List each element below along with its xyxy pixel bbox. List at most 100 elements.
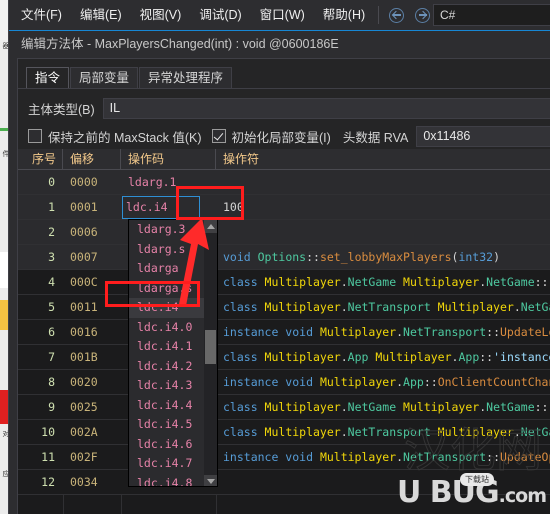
forward-arrow-icon[interactable] [411,4,433,26]
table-row[interactable]: 0 0000 ldarg.1 [18,170,550,195]
cell-operand[interactable]: class Multiplayer.NetTransport Multiplay… [216,300,550,314]
cell-operand[interactable]: instance void Multiplayer.App::OnClientC… [216,375,550,389]
cell-index: 11 [41,450,55,464]
language-selector[interactable]: C# [433,4,550,26]
menu-bar: 文件(F) 编辑(E) 视图(V) 调试(D) 窗口(W) 帮助(H) C# [9,0,550,31]
tab-instructions[interactable]: 指令 [26,67,70,89]
operand-token: App [458,350,480,364]
operand-token: . [340,350,348,364]
cell-operand[interactable]: class Multiplayer.NetGame Multiplayer.Ne… [216,400,550,414]
operand-token: Multiplayer [319,450,397,464]
operand-token: . [340,400,348,414]
body-type-combo[interactable]: IL [102,97,550,119]
keep-maxstack-checkbox[interactable] [28,129,42,143]
table-row[interactable]: 3 0007 void Options::set_lobbyMaxPlayers(i… [18,245,550,270]
back-arrow-icon[interactable] [385,4,407,26]
operand-token: Multiplayer [403,275,480,289]
operand-token: App [403,375,424,389]
operand-token: Multiplayer [264,350,341,364]
table-row[interactable]: 5 0011 class Multiplayer.NetTransport Mult… [18,295,550,320]
table-row[interactable]: 2 0006 [18,220,550,245]
header-offset[interactable]: 偏移 [63,149,121,169]
header-opcode[interactable]: 操作码 [121,149,216,169]
table-row[interactable]: 4 000C class Multiplayer.NetGame Multiplay… [18,270,550,295]
operand-token: :: [486,325,500,339]
operand-token: class [223,425,265,439]
table-row[interactable]: 7 001B class Multiplayer.App Multiplayer.A… [18,345,550,370]
tab-exception-handlers[interactable]: 异常处理程序 [139,67,233,89]
operand-token: instance void [223,375,320,389]
menu-file[interactable]: 文件(F) [9,0,71,30]
table-row[interactable]: 8 0020 instance void Multiplayer.App::OnCl… [18,370,550,395]
operand-token: NetTransport [347,300,438,314]
cell-index: 9 [48,400,55,414]
cell-index: 6 [48,325,55,339]
operand-token: set_lobbyMaxPlayers [319,250,452,264]
cell-index: 7 [48,350,55,364]
rva-input[interactable]: 0x11486 [416,125,550,147]
operand-token: Multiplayer [319,325,397,339]
operand-token: . [340,300,348,314]
menu-edit[interactable]: 编辑(E) [71,0,131,30]
operand-token: class [223,275,265,289]
menu-help[interactable]: 帮助(H) [314,0,374,30]
operand-token: NetGame [347,275,404,289]
init-locals-label: 初始化局部变量(I) [231,130,331,145]
opcode-editor-input[interactable]: ldc.i4 [122,196,200,219]
body-type-label: 主体类型(B) [28,102,95,117]
dropdown-scroll-thumb[interactable] [205,330,216,364]
cell-operand[interactable]: class Multiplayer.App Multiplayer.App::'… [216,350,550,364]
operand-token: Multiplayer [264,300,341,314]
operand-token: App [347,350,376,364]
table-row[interactable]: 6 0016 instance void Multiplayer.NetTransp… [18,320,550,345]
method-title: 编辑方法体 - MaxPlayersChanged(int) : void @0… [9,31,550,58]
cell-operand[interactable]: 100 [216,200,550,214]
keep-maxstack-label: 保持之前的 MaxStack 值(K) [48,130,202,145]
operand-token: Multiplayer [403,400,480,414]
header-index[interactable]: 序号 [18,149,63,169]
operand-token: NetGame [520,300,550,314]
cell-offset: 0016 [70,325,98,339]
operand-token: NetGame [347,400,404,414]
cell-opcode[interactable]: ldarg.1 [121,175,216,189]
cell-index: 4 [48,275,55,289]
cell-offset: 0020 [70,375,98,389]
operand-token: ) [493,250,501,264]
cell-index: 10 [41,425,55,439]
operand-token: 'instance' [493,350,550,364]
menu-view[interactable]: 视图(V) [131,0,191,30]
cell-index: 1 [48,200,55,214]
cell-index: 2 [48,225,55,239]
operand-token: :: [534,400,549,414]
cell-offset: 0006 [70,225,98,239]
opcode-dropdown-list[interactable]: ldarg.3 ldarg.s ldarga ldarga.s ldc.i4 ldc.i4… [128,219,218,487]
operand-token: :: [479,350,494,364]
table-row[interactable]: 1 0001 ldc.i4 100 [18,195,550,220]
options-row: 保持之前的 MaxStack 值(K) 初始化局部变量(I) 头数据 RVA 0… [18,123,550,149]
cell-index: 8 [48,375,55,389]
cell-offset: 000C [70,275,98,289]
application-window: 器 件 对 应 文件(F) 编辑(E) 视图(V) 调试(D) 窗口(W) 帮助… [0,0,550,514]
operand-token: Multiplayer [319,375,397,389]
header-operand[interactable]: 操作符 [216,149,550,169]
cell-offset: 0025 [70,400,98,414]
dropdown-scrollbar[interactable] [204,220,217,486]
cell-operand[interactable]: class Multiplayer.NetGame Multiplayer.Ne… [216,275,550,289]
cell-index: 5 [48,300,55,314]
operand-token: Options [257,250,307,264]
tab-underline [18,88,550,89]
cell-offset: 0011 [70,300,98,314]
init-locals-checkbox[interactable] [211,129,226,143]
cell-offset: 002A [70,425,98,439]
triangle-up-icon[interactable] [204,220,217,233]
menu-window[interactable]: 窗口(W) [251,0,314,30]
cell-operand[interactable]: void Options::set_lobbyMaxPlayers(int32) [216,250,550,264]
cell-offset: 0007 [70,250,98,264]
tab-bar: 指令 局部变量 异常处理程序 [26,66,233,89]
menu-debug[interactable]: 调试(D) [190,0,250,30]
cell-operand[interactable]: instance void Multiplayer.NetTransport::… [216,325,550,339]
toolbar-separator-1 [378,6,380,24]
tab-local-variables[interactable]: 局部变量 [70,67,139,89]
operand-token: :: [306,250,320,264]
triangle-down-icon[interactable] [204,475,217,486]
